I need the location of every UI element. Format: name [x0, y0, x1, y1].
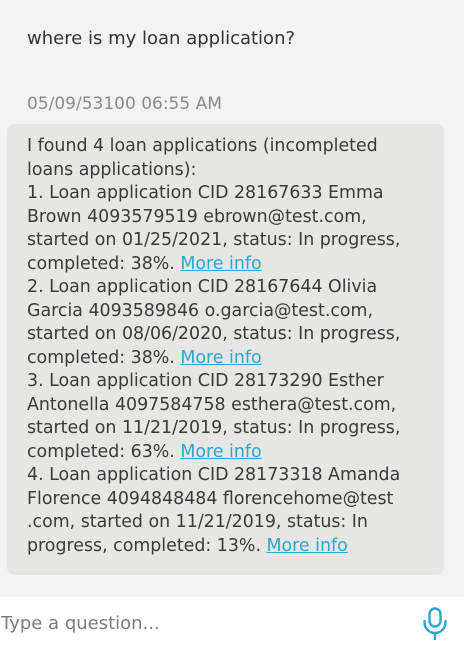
application-4-line: progress, completed: 13%. More info	[27, 535, 424, 559]
response-line: loans applications):	[27, 159, 424, 183]
question-input-bar	[0, 597, 464, 650]
application-3-line: Antonella 4097584758 esthera@test.com,	[27, 394, 424, 418]
response-line: I found 4 loan applications (incompleted	[27, 135, 424, 159]
application-3-text: completed: 63%.	[27, 441, 175, 462]
application-1-text: completed: 38%.	[27, 253, 175, 274]
question-input[interactable]	[0, 607, 401, 639]
application-4-text: progress, completed: 13%.	[27, 535, 261, 556]
user-message: where is my loan application?	[27, 28, 296, 49]
application-1-line: Brown 4093579519 ebrown@test.com,	[27, 206, 424, 230]
application-3-line: 3. Loan application CID 28173290 Esther	[27, 370, 424, 394]
application-3-text: Antonella 4097584758 esthera@test.com,	[27, 394, 397, 415]
application-2-text: completed: 38%.	[27, 347, 175, 368]
response-text: loans applications):	[27, 159, 197, 180]
application-4-text: .com, started on 11/21/2019, status: In	[27, 512, 368, 532]
application-2-line: completed: 38%. More info	[27, 347, 424, 371]
application-4-line: 4. Loan application CID 28173318 Amanda	[27, 464, 424, 488]
more-info-link-4[interactable]: More info	[267, 536, 348, 556]
application-1-text: Brown 4093579519 ebrown@test.com,	[27, 206, 367, 227]
application-1-line: completed: 38%. More info	[27, 253, 424, 277]
response-text: I found 4 loan applications (incompleted	[27, 136, 378, 156]
application-4-line: Florence 4094848484 florencehome@test	[27, 488, 424, 512]
more-info-link-2[interactable]: More info	[180, 348, 261, 368]
application-2-line: 2. Loan application CID 28167644 Olivia	[27, 276, 424, 300]
application-1-line: started on 01/25/2021, status: In progre…	[27, 229, 424, 253]
application-3-text: started on 11/21/2019, status: In progre…	[27, 418, 401, 438]
more-info-link-3[interactable]: More info	[180, 442, 261, 462]
application-4-text: Florence 4094848484 florencehome@test	[27, 488, 394, 509]
bot-response-bubble: I found 4 loan applications (incompleted…	[7, 124, 444, 575]
chat-transcript: where is my loan application? 05/09/5310…	[0, 0, 464, 596]
application-3-line: started on 11/21/2019, status: In progre…	[27, 417, 424, 441]
application-3-line: completed: 63%. More info	[27, 441, 424, 465]
application-1-text: 1. Loan application CID 28167633 Emma	[27, 183, 384, 203]
message-timestamp: 05/09/53100 06:55 AM	[27, 94, 222, 114]
application-4-text: 4. Loan application CID 28173318 Amanda	[27, 465, 401, 485]
application-2-line: started on 08/06/2020, status: In progre…	[27, 323, 424, 347]
more-info-link-1[interactable]: More info	[180, 254, 261, 274]
application-3-text: 3. Loan application CID 28173290 Esther	[27, 371, 384, 391]
application-4-line: .com, started on 11/21/2019, status: In	[27, 511, 424, 535]
microphone-icon[interactable]	[420, 607, 450, 641]
application-2-line: Garcia 4093589846 o.garcia@test.com,	[27, 300, 424, 324]
application-2-text: Garcia 4093589846 o.garcia@test.com,	[27, 300, 374, 321]
application-1-text: started on 01/25/2021, status: In progre…	[27, 230, 401, 250]
microphone-icon-glyph	[423, 607, 447, 641]
application-1-line: 1. Loan application CID 28167633 Emma	[27, 182, 424, 206]
application-2-text: 2. Loan application CID 28167644 Olivia	[27, 277, 378, 297]
application-2-text: started on 08/06/2020, status: In progre…	[27, 324, 401, 344]
